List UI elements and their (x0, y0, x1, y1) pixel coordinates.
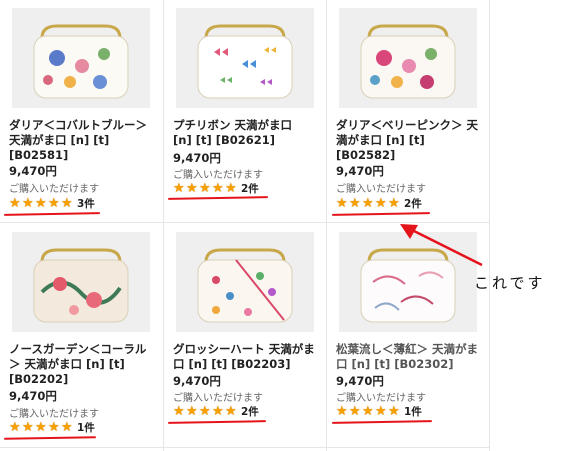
star-icon: ★ (61, 419, 73, 435)
product-price: 9,470円 (9, 389, 57, 403)
product-image[interactable] (339, 8, 477, 108)
product-price: 9,470円 (9, 164, 57, 178)
product-rating: ★ ★ ★ ★ ★ 1件 (9, 420, 95, 435)
product-image[interactable] (176, 232, 314, 332)
grid-divider (326, 0, 327, 451)
star-icon: ★ (48, 195, 60, 211)
product-rating: ★ ★ ★ ★ ★ 1件 (336, 404, 422, 419)
star-icon: ★ (375, 403, 387, 419)
star-icon: ★ (388, 195, 400, 211)
star-icon: ★ (186, 180, 198, 196)
review-count[interactable]: 3件 (77, 196, 95, 211)
product-rating: ★ ★ ★ ★ ★ 2件 (336, 196, 422, 211)
star-icon: ★ (212, 180, 224, 196)
star-icon: ★ (199, 403, 211, 419)
product-name[interactable]: グロッシーハート 天満がま 口 [n] [t] [B02203] (173, 342, 333, 372)
availability-text: ご購入いただけます (9, 409, 99, 420)
star-icon: ★ (9, 419, 21, 435)
star-icon: ★ (186, 403, 198, 419)
availability-text: ご購入いただけます (336, 393, 426, 404)
product-image[interactable] (12, 232, 150, 332)
product-image[interactable] (176, 8, 314, 108)
star-icon: ★ (22, 419, 34, 435)
rating-stars: ★ ★ ★ ★ ★ (336, 195, 400, 211)
highlight-underline (3, 212, 101, 216)
grid-divider (0, 447, 490, 448)
star-icon: ★ (48, 419, 60, 435)
product-name[interactable]: ダリア＜コバルトブルー＞ 天満がま口 [n] [t] [B02581] (9, 118, 169, 163)
rating-stars: ★ ★ ★ ★ ★ (336, 403, 400, 419)
star-icon: ★ (61, 195, 73, 211)
review-count[interactable]: 1件 (77, 420, 95, 435)
star-icon: ★ (375, 195, 387, 211)
product-rating: ★ ★ ★ ★ ★ 2件 (173, 404, 259, 419)
star-icon: ★ (35, 419, 47, 435)
star-icon: ★ (9, 195, 21, 211)
highlight-underline (167, 420, 267, 424)
product-name[interactable]: ノースガーデン＜コーラル ＞ 天満がま口 [n] [t] [B02202] (9, 342, 169, 387)
review-count[interactable]: 1件 (404, 404, 422, 419)
star-icon: ★ (173, 180, 185, 196)
availability-text: ご購入いただけます (336, 184, 426, 195)
star-icon: ★ (225, 403, 237, 419)
rating-stars: ★ ★ ★ ★ ★ (173, 180, 237, 196)
star-icon: ★ (336, 195, 348, 211)
product-price: 9,470円 (173, 151, 221, 165)
availability-text: ご購入いただけます (173, 170, 263, 181)
product-name[interactable]: 松葉流し＜薄紅＞ 天満がま 口 [n] [t] [B02302] (336, 342, 496, 372)
star-icon: ★ (212, 403, 224, 419)
star-icon: ★ (349, 403, 361, 419)
star-icon: ★ (173, 403, 185, 419)
highlight-underline (331, 420, 433, 424)
star-icon: ★ (362, 195, 374, 211)
star-icon: ★ (349, 195, 361, 211)
annotation-text: これです (474, 274, 546, 292)
star-icon: ★ (22, 195, 34, 211)
product-rating: ★ ★ ★ ★ ★ 2件 (173, 181, 259, 196)
highlight-underline (167, 196, 269, 200)
star-icon: ★ (336, 403, 348, 419)
star-icon: ★ (225, 180, 237, 196)
availability-text: ご購入いただけます (9, 184, 99, 195)
product-image[interactable] (12, 8, 150, 108)
product-price: 9,470円 (173, 374, 221, 388)
product-rating: ★ ★ ★ ★ ★ 3件 (9, 196, 95, 211)
annotation-arrow-icon (400, 224, 483, 267)
review-count[interactable]: 2件 (241, 181, 259, 196)
rating-stars: ★ ★ ★ ★ ★ (9, 195, 73, 211)
product-name[interactable]: プチリボン 天満がま口 [n] [t] [B02621] (173, 118, 333, 148)
rating-stars: ★ ★ ★ ★ ★ (9, 419, 73, 435)
star-icon: ★ (362, 403, 374, 419)
product-name[interactable]: ダリア＜ベリーピンク＞ 天 満がま口 [n] [t] [B02582] (336, 118, 496, 163)
product-price: 9,470円 (336, 374, 384, 388)
rating-stars: ★ ★ ★ ★ ★ (173, 403, 237, 419)
review-count[interactable]: 2件 (241, 404, 259, 419)
highlight-underline (3, 436, 97, 440)
product-price: 9,470円 (336, 164, 384, 178)
review-count[interactable]: 2件 (404, 196, 422, 211)
star-icon: ★ (35, 195, 47, 211)
star-icon: ★ (388, 403, 400, 419)
star-icon: ★ (199, 180, 211, 196)
availability-text: ご購入いただけます (173, 393, 263, 404)
